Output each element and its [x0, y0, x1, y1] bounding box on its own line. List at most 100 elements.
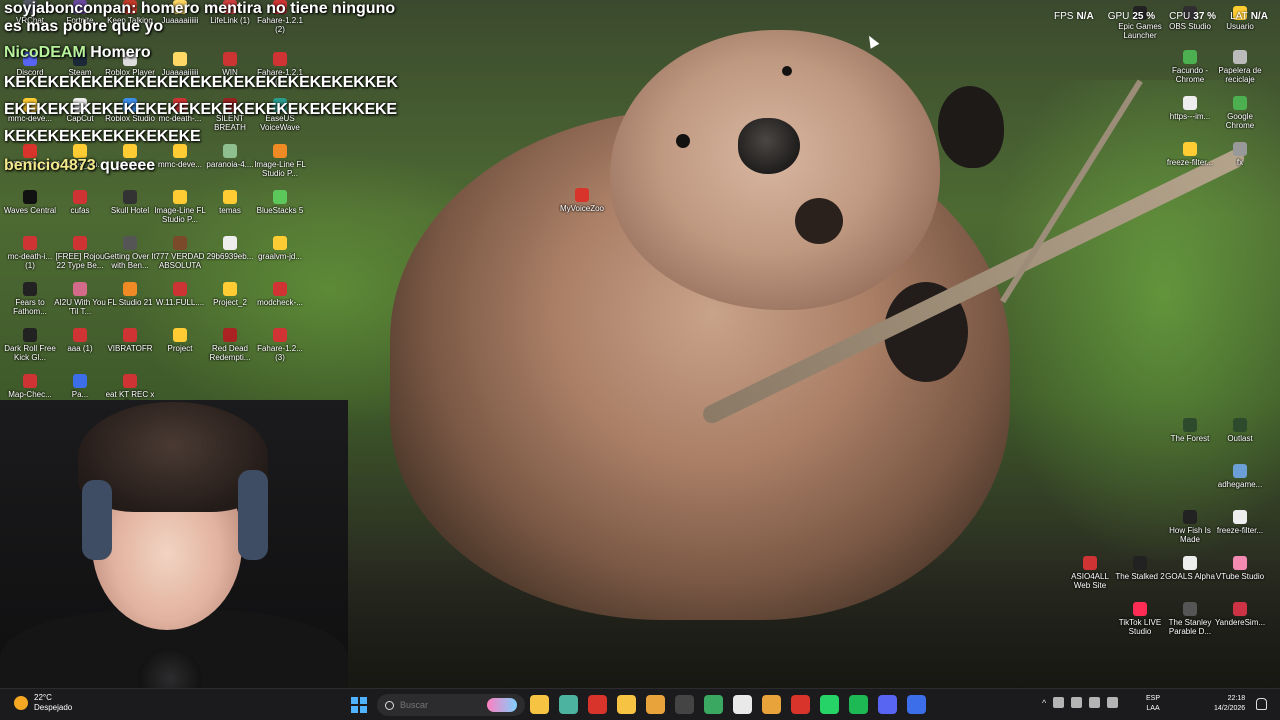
app-green-icon[interactable] — [559, 695, 578, 714]
app-icon — [23, 374, 37, 388]
tray-app-icon[interactable] — [1071, 697, 1083, 708]
wps-icon[interactable] — [588, 695, 607, 714]
desktop-icon[interactable]: Pa... — [53, 374, 107, 399]
desktop-icon[interactable]: 29b6939eb... — [203, 236, 257, 261]
taskbar-search[interactable] — [377, 694, 525, 716]
desktop-icon[interactable]: The Stalked 2 — [1113, 556, 1167, 581]
desktop-icon[interactable]: Project_2 — [203, 282, 257, 307]
desktop-icon[interactable]: Google Chrome — [1213, 96, 1267, 130]
tray-app-icon[interactable] — [1089, 697, 1101, 708]
app-icon — [223, 190, 237, 204]
desktop-icon[interactable]: Map-Chec... — [3, 374, 57, 399]
desktop-icon[interactable]: [FREE] Rojou 22 Type Be... — [53, 236, 107, 270]
desktop-icon[interactable]: The Forest — [1163, 418, 1217, 443]
obs-icon[interactable] — [675, 695, 694, 714]
desktop-icon[interactable]: AI2U With You 'Til T... — [53, 282, 107, 316]
desktop-icon[interactable]: 777 VERDAD ABSOLUTA — [153, 236, 207, 270]
desktop-icon[interactable]: adhegame... — [1213, 464, 1267, 489]
wallpaper-beaver-mouth — [795, 198, 843, 244]
desktop-icon[interactable]: aaa (1) — [53, 328, 107, 353]
desktop-icon[interactable]: fx — [1213, 142, 1267, 167]
whatsapp-icon[interactable] — [820, 695, 839, 714]
desktop-icon[interactable]: Fears to Fathom... — [3, 282, 57, 316]
desktop-icon-label: freeze-filter... — [1166, 158, 1214, 167]
desktop-icon[interactable]: mc-death-i... (1) — [3, 236, 57, 270]
desktop-icon[interactable]: Getting Over It with Ben... — [103, 236, 157, 270]
search-input[interactable] — [400, 700, 470, 710]
desktop-icon[interactable]: Red Dead Redempti... — [203, 328, 257, 362]
desktop-icon-label: FL Studio 21 — [107, 298, 153, 307]
notification-bell-icon[interactable] — [1256, 698, 1267, 710]
spotify-icon[interactable] — [849, 695, 868, 714]
weather-temp: 22°C — [34, 693, 52, 702]
search-icon — [385, 700, 394, 710]
weather-desc: Despejado — [34, 703, 73, 712]
app-3d-icon[interactable] — [704, 695, 723, 714]
desktop-icon[interactable]: Skull Hotel — [103, 190, 157, 215]
desktop-icon-label: cufas — [70, 206, 90, 215]
desktop-icon[interactable]: Facundo - Chrome — [1163, 50, 1217, 84]
chevron-up-icon[interactable]: ^ — [1042, 698, 1046, 708]
discord-icon[interactable] — [878, 695, 897, 714]
desktop-icon[interactable]: BlueStacks 5 — [253, 190, 307, 215]
desktop-icon[interactable]: MyVoiceZoo — [555, 188, 609, 213]
desktop-icon[interactable]: Project — [153, 328, 207, 353]
desktop-icon[interactable]: ASIO4ALL Web Site — [1063, 556, 1117, 590]
desktop-icon-label: AI2U With You 'Til T... — [54, 298, 106, 316]
desktop-icon[interactable]: graalvm-jd... — [253, 236, 307, 261]
desktop-icon-label: aaa (1) — [67, 344, 93, 353]
desktop-icon[interactable]: The Stanley Parable D... — [1163, 602, 1217, 636]
desktop-icon[interactable]: W.11.FULL.... — [153, 282, 207, 307]
desktop-icon[interactable]: VTube Studio — [1213, 556, 1267, 581]
desktop-icon[interactable]: Dark Roll Free Kick Gl... — [3, 328, 57, 362]
desktop-icon[interactable]: TikTok LIVE Studio — [1113, 602, 1167, 636]
desktop-icon-label: W.11.FULL.... — [155, 298, 205, 307]
desktop-icon[interactable]: Fahare-1.2... (3) — [253, 328, 307, 362]
desktop-icon-label: temas — [219, 206, 241, 215]
desktop-icon[interactable]: How Fish Is Made — [1163, 510, 1217, 544]
desktop-icon[interactable]: temas — [203, 190, 257, 215]
desktop-icon[interactable]: YandereSim... — [1213, 602, 1267, 627]
tray-app-icon[interactable] — [1107, 697, 1119, 708]
desktop-icon[interactable]: VIBRATOFR — [103, 328, 157, 353]
file-explorer-icon[interactable] — [530, 695, 549, 714]
app-icon — [1233, 602, 1247, 616]
clock[interactable]: 22:18 14/2/2026 — [1214, 694, 1245, 714]
desktop-icon[interactable]: freeze-filter... — [1163, 142, 1217, 167]
app-icon — [1133, 602, 1147, 616]
app-blue-icon[interactable] — [907, 695, 926, 714]
desktop-icon-label: Skull Hotel — [110, 206, 150, 215]
desktop-icon[interactable]: Waves Central — [3, 190, 57, 215]
desktop-icon-label: https---im... — [1169, 112, 1211, 121]
chrome-icon[interactable] — [646, 695, 665, 714]
desktop-icon[interactable]: Papelera de reciclaje — [1213, 50, 1267, 84]
chrome-2-icon[interactable] — [762, 695, 781, 714]
app-icon — [23, 282, 37, 296]
desktop-icon[interactable]: FL Studio 21 — [103, 282, 157, 307]
app-red-icon[interactable] — [791, 695, 810, 714]
weather-widget[interactable]: 22°C Despejado — [14, 693, 72, 713]
desktop-icon[interactable]: modcheck-... — [253, 282, 307, 307]
tray-app-icon[interactable] — [1053, 697, 1065, 708]
app-icon — [1183, 50, 1197, 64]
app-icon — [1183, 142, 1197, 156]
clock-time: 22:18 — [1227, 695, 1246, 702]
start-button[interactable] — [351, 697, 367, 713]
desktop-icon-label: YandereSim... — [1214, 618, 1266, 627]
language-indicator[interactable]: ESP LAA — [1146, 694, 1160, 714]
capcut-icon[interactable] — [733, 695, 752, 714]
desktop-icon-label: Waves Central — [3, 206, 57, 215]
desktop-icon[interactable]: https---im... — [1163, 96, 1217, 121]
app-icon — [273, 236, 287, 250]
store-icon[interactable] — [617, 695, 636, 714]
desktop-icon-label: fx — [1236, 158, 1244, 167]
desktop-icon[interactable]: cufas — [53, 190, 107, 215]
windows-logo-icon — [351, 706, 358, 713]
desktop-icon[interactable]: freeze-filter... — [1213, 510, 1267, 535]
cpu-label: CPU — [1169, 11, 1191, 22]
desktop-icon[interactable]: Outlast — [1213, 418, 1267, 443]
chat-text: Homero — [85, 44, 151, 61]
desktop-icon[interactable]: GOALS Alpha — [1163, 556, 1217, 581]
desktop-icon[interactable]: Image-Line FL Studio P... — [153, 190, 207, 224]
desktop-icon-label: adhegame... — [1217, 480, 1263, 489]
